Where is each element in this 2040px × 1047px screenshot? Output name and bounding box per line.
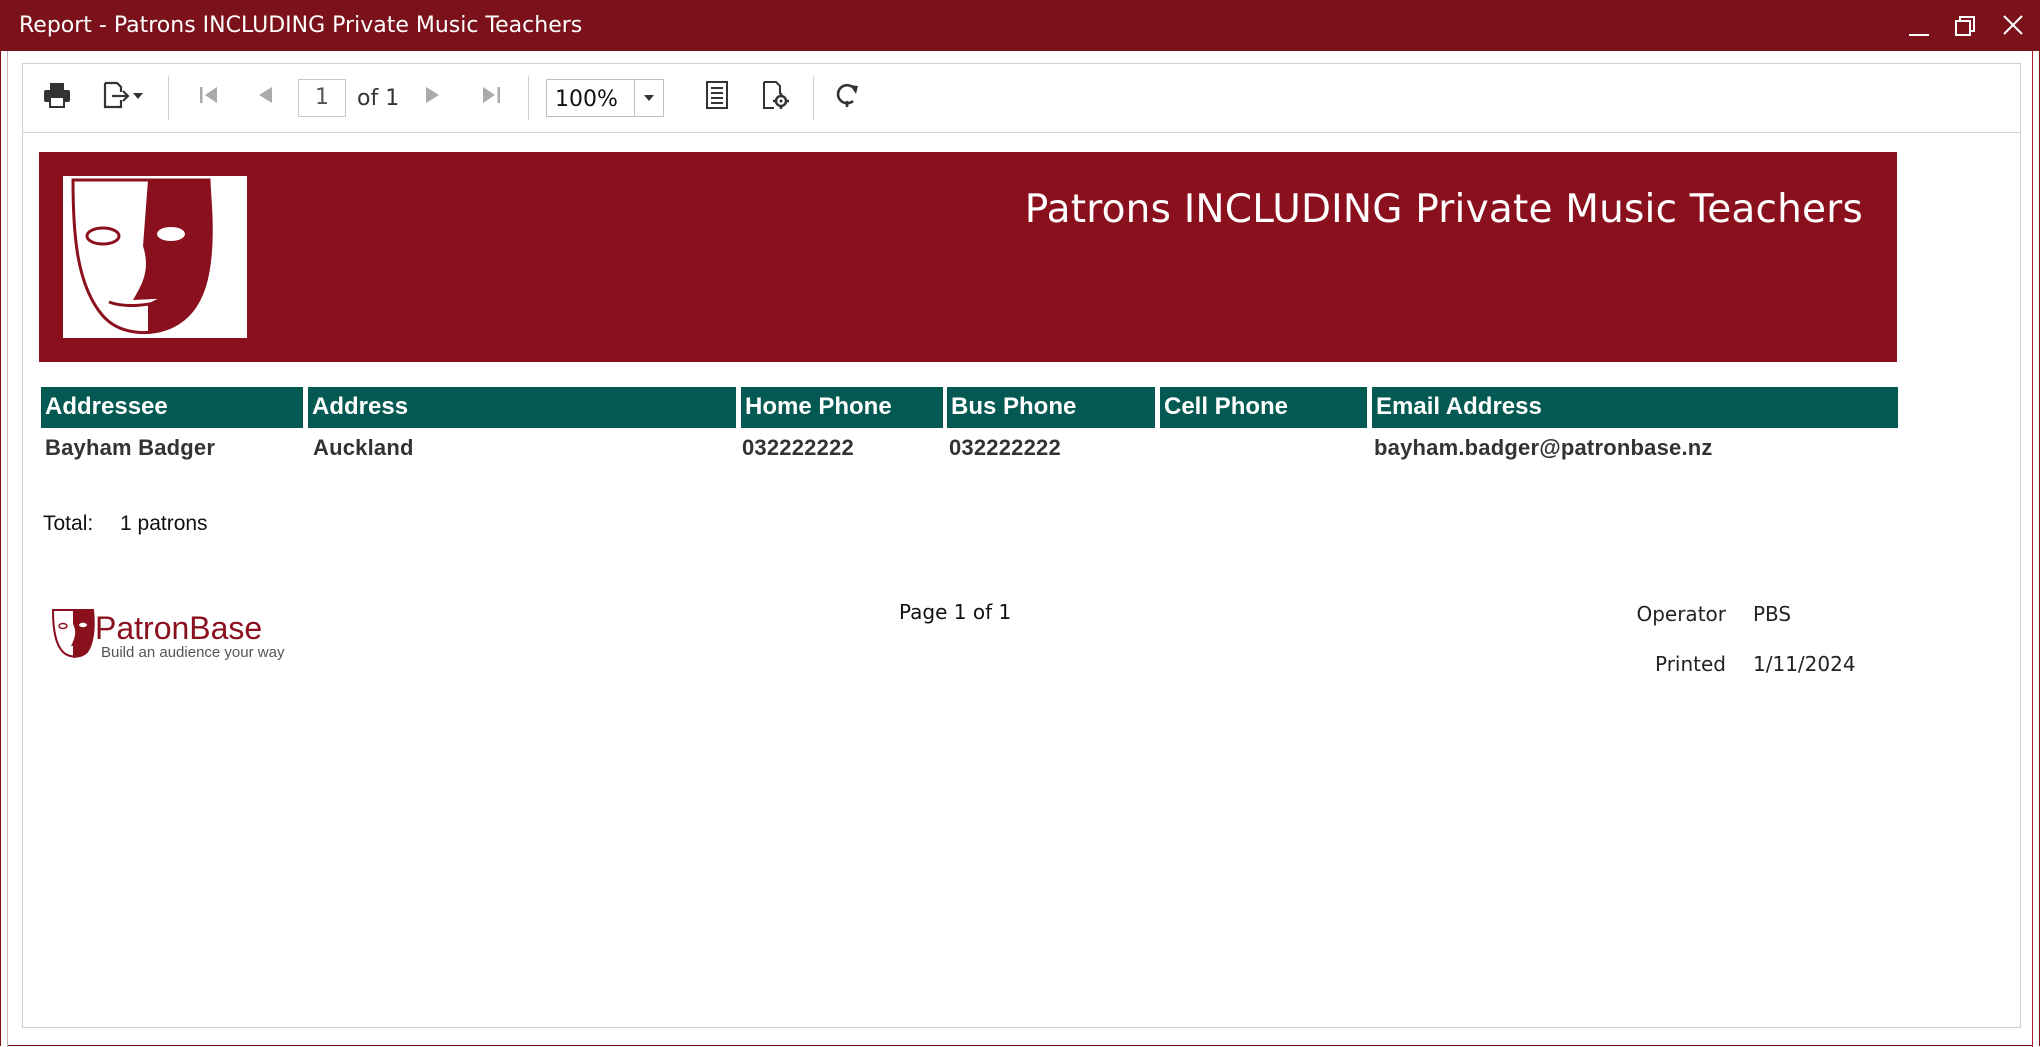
report-header-banner: Patrons INCLUDING Private Music Teachers	[39, 152, 1897, 362]
patronbase-tagline: Build an audience your way	[101, 644, 285, 661]
window-title: Report - Patrons INCLUDING Private Music…	[19, 13, 583, 38]
next-page-icon	[421, 84, 445, 111]
column-header-address: Address	[308, 387, 736, 428]
print-icon	[42, 81, 72, 114]
column-header-addressee: Addressee	[41, 387, 303, 428]
previous-page-icon	[253, 84, 277, 111]
export-button[interactable]	[93, 78, 153, 116]
cell-bus-phone: 032222222	[949, 435, 1061, 460]
close-button[interactable]	[1995, 9, 2031, 43]
column-header-cell-phone: Cell Phone	[1160, 387, 1367, 428]
theatre-mask-logo	[63, 176, 247, 338]
report-title: Patrons INCLUDING Private Music Teachers	[1024, 187, 1863, 232]
title-bar: Report - Patrons INCLUDING Private Music…	[1, 1, 2039, 51]
patronbase-brand-name: PatronBase	[95, 610, 263, 646]
report-viewer: 1 of 1 100% Patrons INCLUDING Private Mu…	[22, 63, 2021, 1028]
toolbar-separator	[528, 76, 529, 120]
printed-label: Printed	[1654, 652, 1726, 676]
cell-email: bayham.badger@patronbase.nz	[1374, 435, 1713, 460]
total-value: 1 patrons	[120, 512, 208, 535]
single-page-view-icon	[704, 80, 730, 115]
page-count-label: of 1	[357, 86, 400, 111]
column-header-bus-phone: Bus Phone	[947, 387, 1155, 428]
refresh-button[interactable]	[829, 78, 865, 116]
previous-page-button[interactable]	[247, 78, 283, 116]
page-number-input[interactable]: 1	[298, 79, 346, 117]
cell-home-phone: 032222222	[742, 435, 854, 460]
next-page-button[interactable]	[415, 78, 451, 116]
column-header-email: Email Address	[1372, 387, 1898, 428]
cell-address: Auckland	[313, 435, 414, 460]
maximize-button[interactable]	[1947, 9, 1983, 43]
minimize-button[interactable]	[1901, 9, 1937, 43]
operator-value: PBS	[1753, 602, 1792, 626]
last-page-button[interactable]	[473, 78, 509, 116]
page-setup-button[interactable]	[757, 78, 793, 116]
printed-value: 1/11/2024	[1753, 652, 1856, 676]
zoom-select[interactable]: 100%	[546, 79, 664, 117]
column-header-home-phone: Home Phone	[741, 387, 943, 428]
first-page-icon	[197, 84, 221, 111]
right-edge	[2032, 51, 2039, 1047]
page-setup-icon	[760, 80, 790, 115]
report-window: Report - Patrons INCLUDING Private Music…	[0, 0, 2040, 1047]
zoom-value: 100%	[555, 87, 618, 112]
last-page-icon	[479, 84, 503, 111]
toolbar-separator	[813, 76, 814, 120]
left-edge	[1, 51, 8, 1047]
viewer-toolbar: 1 of 1 100%	[23, 64, 2020, 133]
export-icon	[101, 80, 131, 115]
page-view-button[interactable]	[699, 78, 735, 116]
operator-label: Operator	[1636, 602, 1726, 626]
first-page-button[interactable]	[191, 78, 227, 116]
dropdown-arrow-icon	[131, 88, 145, 106]
page-info: Page 1 of 1	[899, 600, 1012, 624]
total-label: Total:	[43, 512, 94, 535]
cell-addressee: Bayham Badger	[45, 435, 216, 460]
zoom-dropdown-icon[interactable]	[634, 80, 663, 116]
toolbar-separator	[168, 76, 169, 120]
refresh-icon	[833, 81, 861, 114]
print-button[interactable]	[37, 78, 77, 116]
